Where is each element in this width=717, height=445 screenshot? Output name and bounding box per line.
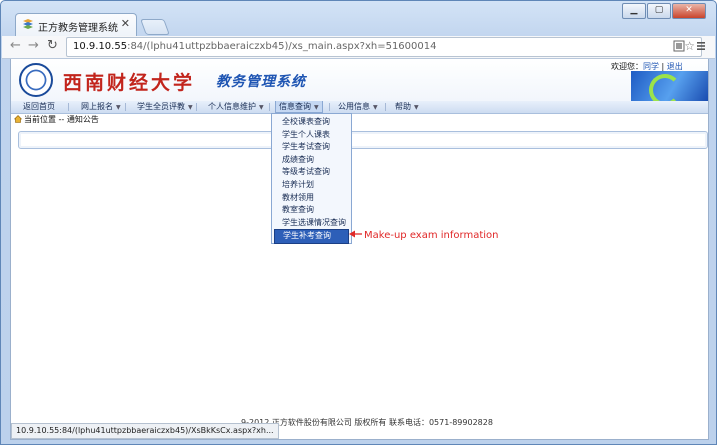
menu-personal-info[interactable]: 个人信息维护 ▼ <box>208 101 264 113</box>
menu-public-info[interactable]: 公用信息 ▼ <box>338 101 378 113</box>
reload-icon[interactable]: ↻ <box>47 39 58 53</box>
dropdown-item-school-timetable[interactable]: 全校课表查询 <box>272 116 351 129</box>
app-favicon-icon <box>23 19 33 29</box>
dropdown-item-level-exam[interactable]: 等级考试查询 <box>272 166 351 179</box>
bookmark-star-icon[interactable]: ☆ <box>684 39 695 53</box>
university-logo-icon <box>19 63 53 97</box>
minimize-button[interactable]: ▁ <box>622 3 646 19</box>
dropdown-item-grades[interactable]: 成绩查询 <box>272 154 351 167</box>
address-bar[interactable]: 10.9.10.55:84/(lphu41uttpzbbaeraiczxb45)… <box>66 37 702 57</box>
makeup-exam-annotation: Make-up exam information <box>364 230 499 241</box>
menu-online-registration[interactable]: 网上报名 ▼ <box>81 101 121 113</box>
info-query-dropdown: 全校课表查询 学生个人课表 学生考试查询 成绩查询 等级考试查询 培养计划 教材… <box>271 113 352 244</box>
menu-info-query[interactable]: 信息查询 ▼ <box>275 101 323 113</box>
maximize-button[interactable]: ▢ <box>647 3 671 19</box>
main-menu-bar: 返回首页 网上报名 ▼ 学生全员评教 ▼ 个人信息维护 ▼ 信息查询 ▼ 公用信息 ▼ 帮… <box>11 101 708 114</box>
dropdown-item-exam-query[interactable]: 学生考试查询 <box>272 141 351 154</box>
url-host: 10.9.10.55 <box>73 41 128 52</box>
dropdown-item-textbooks[interactable]: 教材领用 <box>272 192 351 205</box>
forward-arrow-icon[interactable]: → <box>28 39 39 53</box>
menu-help[interactable]: 帮助 ▼ <box>395 101 419 113</box>
tab-title: 正方教务管理系统 <box>38 23 118 34</box>
new-tab-button[interactable] <box>140 19 170 35</box>
dropdown-item-classroom[interactable]: 教室查询 <box>272 204 351 217</box>
dropdown-item-personal-timetable[interactable]: 学生个人课表 <box>272 129 351 142</box>
status-bar-url: 10.9.10.55:84/(lphu41uttpzbbaeraiczxb45)… <box>11 423 279 439</box>
welcome-text: 欢迎您：同学 | 退出 <box>611 62 683 71</box>
breadcrumb: 当前位置 -- 通知公告 <box>14 114 99 125</box>
university-name: 西南财经大学 <box>63 72 196 94</box>
dropdown-item-makeup-exam[interactable]: 学生补考查询 <box>274 229 349 244</box>
back-arrow-icon[interactable]: ← <box>10 39 21 53</box>
close-window-button[interactable]: ✕ <box>672 3 706 19</box>
site-header: 西南财经大学 教务管理系统 欢迎您：同学 | 退出 <box>11 59 708 102</box>
annotation-arrow-icon <box>349 230 362 238</box>
menu-home[interactable]: 返回首页 <box>23 101 55 113</box>
url-path: :84/(lphu41uttpzbbaeraiczxb45)/xs_main.a… <box>127 41 437 52</box>
user-link[interactable]: 同学 <box>643 62 659 71</box>
browser-tab[interactable]: 正方教务管理系统 ✕ <box>15 13 137 36</box>
dropdown-item-training-plan[interactable]: 培养计划 <box>272 179 351 192</box>
notice-panel <box>18 131 708 149</box>
header-decoration <box>631 71 708 101</box>
close-tab-icon[interactable]: ✕ <box>121 17 130 30</box>
page-action-icon[interactable] <box>673 40 685 52</box>
system-title: 教务管理系统 <box>216 74 306 90</box>
page-viewport: 西南财经大学 教务管理系统 欢迎您：同学 | 退出 返回首页 网上报名 ▼ 学生全… <box>10 59 709 440</box>
logout-link[interactable]: 退出 <box>667 62 683 71</box>
browser-toolbar: ← → ↻ 10.9.10.55:84/(lphu41uttpzbbaeraic… <box>2 36 715 59</box>
home-icon <box>14 115 22 123</box>
copyright-footer: 9-2012 正方软件股份有限公司 版权所有 联系电话：0571-8990282… <box>241 418 493 427</box>
menu-teaching-evaluation[interactable]: 学生全员评教 ▼ <box>137 101 193 113</box>
browser-window: 正方教务管理系统 ✕ ▁ ▢ ✕ ← → ↻ 10.9.10.55:84/(lp… <box>0 0 717 445</box>
browser-menu-icon[interactable] <box>696 40 706 52</box>
dropdown-item-course-selection[interactable]: 学生选课情况查询 <box>272 217 351 230</box>
